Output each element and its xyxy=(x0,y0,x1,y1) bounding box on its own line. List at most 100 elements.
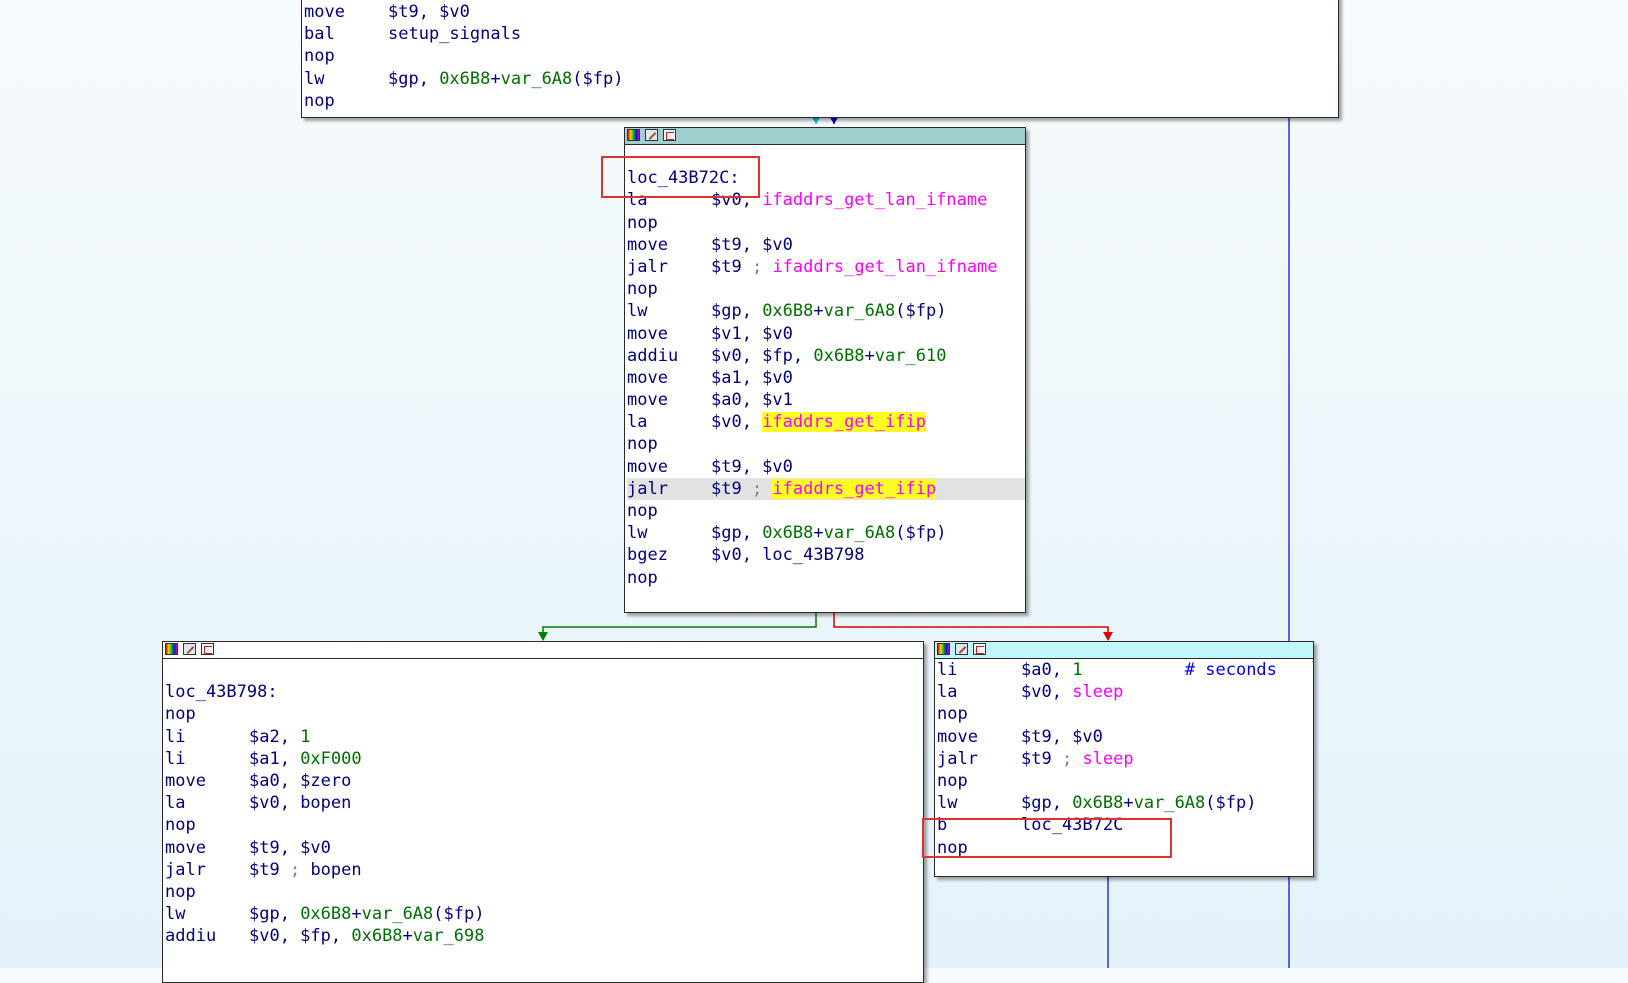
mnemonic: move xyxy=(627,323,668,344)
function-ref[interactable]: ifaddrs_get_lan_ifname xyxy=(772,257,997,277)
instruction-line[interactable]: jalr $t9 ; bopen xyxy=(165,859,923,881)
operand: var_6A8 xyxy=(500,68,573,89)
instruction-line[interactable]: nop xyxy=(627,500,1025,522)
edge-false xyxy=(833,612,1109,640)
instruction-line[interactable]: move $a1, $v0 xyxy=(627,367,1025,389)
location-label[interactable]: loc_43B798: xyxy=(165,682,278,702)
function-ref[interactable]: sleep xyxy=(1082,749,1133,769)
operand: setup_signals xyxy=(388,24,522,45)
operand: + xyxy=(1123,793,1134,814)
mnemonic: nop xyxy=(937,770,968,791)
mnemonic: jalr xyxy=(627,478,668,499)
instruction-line[interactable]: move $t9, $v0 xyxy=(627,234,1025,256)
operand: ($fp) xyxy=(1205,793,1257,814)
operand: $gp, xyxy=(388,68,440,89)
group-nodes-icon[interactable] xyxy=(973,643,986,655)
operand: 0x6B8 xyxy=(813,345,865,366)
color-palette-icon[interactable] xyxy=(165,643,178,655)
operand: var_6A8 xyxy=(1133,793,1206,814)
comment: ; xyxy=(751,256,773,277)
instruction-line[interactable]: lw $gp, 0x6B8+var_6A8($fp) xyxy=(165,903,923,925)
operand: 1 xyxy=(300,726,311,747)
operand: $v0, xyxy=(249,793,301,814)
group-nodes-icon[interactable] xyxy=(663,129,676,141)
code-block-loc-43b72c[interactable]: loc_43B72C: la $v0, ifaddrs_get_lan_ifname… xyxy=(624,127,1026,613)
operand: 0xF000 xyxy=(300,748,362,769)
instruction-line[interactable]: lw $gp, 0x6B8+var_6A8($fp) xyxy=(627,300,1025,322)
instruction-line[interactable]: lw $gp, 0x6B8+var_6A8($fp) xyxy=(304,68,1338,90)
instruction-line[interactable]: nop xyxy=(627,212,1025,234)
mnemonic: li xyxy=(165,726,186,747)
color-palette-icon[interactable] xyxy=(937,643,950,655)
function-ref[interactable]: ifaddrs_get_ifip xyxy=(762,412,926,433)
instruction-line[interactable]: la $v0, sleep xyxy=(937,681,1313,703)
instruction-line[interactable]: nop xyxy=(165,881,923,903)
operand: $a0, xyxy=(1021,660,1073,680)
instruction-line[interactable]: bal setup_signals xyxy=(304,23,1338,45)
operand: $v0, xyxy=(711,412,763,433)
instruction-line[interactable]: move $a0, $v1 xyxy=(627,389,1025,411)
instruction-line[interactable]: la $v0, bopen xyxy=(165,792,923,814)
instruction-line[interactable]: lw $gp, 0x6B8+var_6A8($fp) xyxy=(627,522,1025,544)
rename-icon[interactable] xyxy=(955,643,968,655)
instruction-line[interactable]: nop xyxy=(304,90,1338,112)
instruction-line[interactable]: jalr $t9 ; ifaddrs_get_lan_ifname xyxy=(627,256,1025,278)
mnemonic: lw xyxy=(627,301,648,322)
operand: var_6A8 xyxy=(823,301,896,322)
mnemonic: move xyxy=(627,390,668,411)
mnemonic: move xyxy=(165,770,206,791)
rename-icon[interactable] xyxy=(183,643,196,655)
instruction-line[interactable]: jalr $t9 ; ifaddrs_get_ifip xyxy=(627,477,1025,500)
instruction-line[interactable]: nop xyxy=(937,770,1313,792)
mnemonic: move xyxy=(627,456,668,477)
code-block-loc-43b798[interactable]: loc_43B798: nop li $a2, 1 li $a1, 0xF000 move $… xyxy=(162,641,924,983)
code-label-line[interactable] xyxy=(165,659,923,681)
instruction-line[interactable]: nop xyxy=(627,278,1025,300)
operand: $v1, $v0 xyxy=(711,323,793,344)
operand: $t9, $v0 xyxy=(388,2,470,22)
operand: + xyxy=(351,904,362,925)
instruction-line[interactable]: nop xyxy=(304,45,1338,67)
operand: $a1, xyxy=(249,748,301,769)
operand: + xyxy=(864,345,875,366)
code-label-line[interactable]: loc_43B798: xyxy=(165,681,923,703)
function-ref[interactable]: ifaddrs_get_lan_ifname xyxy=(762,190,987,210)
instruction-line[interactable]: li $a2, 1 xyxy=(165,726,923,748)
instruction-line[interactable]: move $t9, $v0 xyxy=(165,837,923,859)
function-ref[interactable]: ifaddrs_get_ifip xyxy=(772,478,937,499)
color-palette-icon[interactable] xyxy=(627,129,640,141)
instruction-line[interactable]: move $v1, $v0 xyxy=(627,323,1025,345)
mnemonic: nop xyxy=(165,881,196,902)
mnemonic: li xyxy=(937,660,958,680)
group-nodes-icon[interactable] xyxy=(201,643,214,655)
instruction-line[interactable]: addiu $v0, $fp, 0x6B8+var_610 xyxy=(627,345,1025,367)
instruction-line[interactable]: move $t9, $v0 xyxy=(937,726,1313,748)
mnemonic: la xyxy=(937,682,958,703)
mnemonic: nop xyxy=(627,567,658,588)
instruction-line[interactable]: move $t9, $v0 xyxy=(304,1,1338,23)
instruction-line[interactable]: move $a0, $zero xyxy=(165,770,923,792)
code-block-top[interactable]: move $t9, $v0 bal setup_signals nop lw $gp, 0x… xyxy=(301,0,1339,118)
function-ref[interactable]: sleep xyxy=(1072,682,1123,702)
operand: $t9 xyxy=(711,256,752,277)
instruction-line[interactable]: nop xyxy=(937,703,1313,725)
mnemonic: nop xyxy=(627,434,658,455)
instruction-line[interactable]: addiu $v0, $fp, 0x6B8+var_698 xyxy=(165,925,923,947)
instruction-line[interactable]: nop xyxy=(165,814,923,836)
edge-true xyxy=(542,612,817,640)
instruction-line[interactable]: li $a0, 1 # seconds xyxy=(937,659,1313,681)
instruction-line[interactable]: nop xyxy=(165,703,923,725)
instruction-line[interactable]: li $a1, 0xF000 xyxy=(165,748,923,770)
instruction-line[interactable]: la $v0, ifaddrs_get_ifip xyxy=(627,411,1025,433)
operand: 0x6B8 xyxy=(762,523,814,544)
operand: $t9, $v0 xyxy=(711,234,793,255)
instruction-line[interactable]: move $t9, $v0 xyxy=(627,456,1025,478)
instruction-line[interactable]: bgez $v0, loc_43B798 xyxy=(627,544,1025,566)
instruction-line[interactable]: nop xyxy=(627,433,1025,455)
instruction-line[interactable]: nop xyxy=(627,567,1025,589)
instruction-line[interactable]: lw $gp, 0x6B8+var_6A8($fp) xyxy=(937,792,1313,814)
operand: ($fp) xyxy=(895,523,947,544)
instruction-line[interactable]: jalr $t9 ; sleep xyxy=(937,748,1313,770)
mnemonic: lw xyxy=(304,68,325,89)
rename-icon[interactable] xyxy=(645,129,658,141)
